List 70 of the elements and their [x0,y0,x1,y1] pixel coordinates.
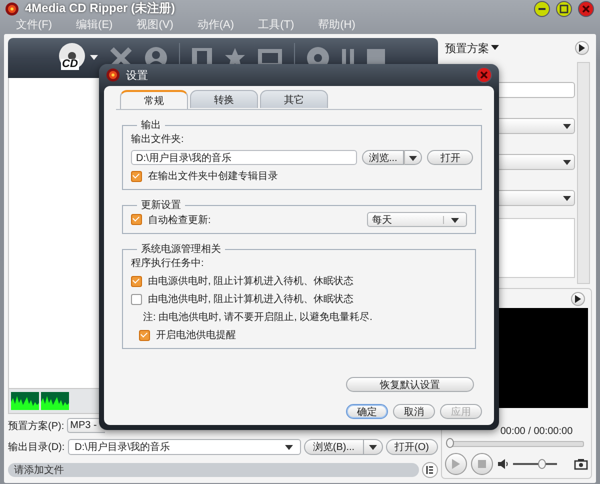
group-title: 更新设置 [140,198,182,212]
volume-thumb[interactable] [538,459,546,469]
snapshot-icon[interactable] [574,458,588,470]
output-path-dropdown[interactable]: D:\用户目录\我的音乐 [68,438,301,454]
browse-button[interactable]: 浏览... [362,150,404,165]
time-display: 00:00 / 00:00:00 [499,426,574,437]
restore-defaults-button[interactable]: 恢复默认设置 [346,377,474,392]
maximize-button[interactable] [556,0,572,16]
play-button[interactable] [445,453,467,475]
caret-icon [491,45,499,51]
scrollbar[interactable] [577,62,590,284]
group-title: 系统电源管理相关 [140,242,222,256]
browse-button[interactable]: 浏览(B)... [304,438,364,454]
add-cd-button[interactable]: CD [56,42,98,74]
dialog-button[interactable]: 确定 [346,404,388,419]
open-button[interactable]: 打开(O) [386,438,438,454]
checkbox[interactable] [131,294,142,304]
speaker-icon[interactable] [497,458,509,470]
browse-menu-button[interactable] [364,438,383,454]
caret-icon [562,122,572,130]
window-title: 4Media CD Ripper (未注册) [25,0,176,17]
caret-icon [368,442,378,450]
caret-icon [562,194,572,202]
checkbox[interactable] [139,330,150,340]
seek-thumb[interactable] [446,438,454,448]
play-icon [579,44,585,52]
checkbox[interactable] [131,276,142,286]
checkbox-label[interactable]: 由电池供电时, 阻止计算机进入待机、休眠状态 [148,292,354,306]
checkbox[interactable] [131,214,142,225]
minimize-button[interactable] [534,0,550,16]
caret-icon [408,154,418,162]
stop-icon [478,460,486,468]
preset-dropdown[interactable]: MP3 - [67,418,106,433]
checkbox-label[interactable]: 开启电池供电提醒 [156,328,236,342]
dialog-title: 设置 [126,68,148,82]
seek-slider[interactable] [449,441,584,447]
app-logo-icon [5,2,19,16]
preset-label: 预置方案(P): [8,420,64,432]
expand-button[interactable] [571,292,585,306]
output-label: 输出目录(D): [8,440,65,454]
expand-button[interactable] [575,41,589,55]
status-bar: 请添加文件 [8,462,419,476]
caret-icon [562,158,572,166]
checkbox[interactable] [131,170,142,182]
browse-menu-button[interactable] [404,150,422,165]
dialog-button[interactable]: 取消 [393,404,435,419]
caret-icon [90,55,98,61]
note-text: 注: 由电池供电时, 请不要开启阻止, 以避免电量耗尽. [143,310,374,324]
tab[interactable]: 转换 [190,90,258,108]
tab[interactable]: 其它 [260,90,328,108]
field-label: 输出文件夹: [131,132,185,146]
waveform-thumbnail [11,392,39,410]
close-button[interactable] [578,0,594,16]
checkbox-label[interactable]: 由电源供电时, 阻止计算机进入待机、休眠状态 [148,274,354,288]
group-title: 输出 [140,118,162,132]
caret-icon [284,442,294,450]
play-icon [452,459,460,469]
close-button[interactable] [476,67,492,83]
preset-menu[interactable]: 预置方案 [445,40,489,56]
app-logo-icon [106,68,120,82]
open-button[interactable]: 打开 [427,150,474,165]
play-icon [575,295,581,303]
frequency-dropdown[interactable]: 每天 [367,212,467,227]
waveform-thumbnail [41,392,69,410]
section-text: 程序执行任务中: [131,256,205,270]
tab[interactable]: 常规 [120,90,188,109]
folder-field[interactable]: D:\用户目录\我的音乐 [131,150,357,165]
list-view-icon[interactable] [422,462,438,478]
checkbox-label[interactable]: 自动检查更新: [148,212,211,226]
checkbox-label[interactable]: 在输出文件夹中创建专辑目录 [148,169,278,183]
